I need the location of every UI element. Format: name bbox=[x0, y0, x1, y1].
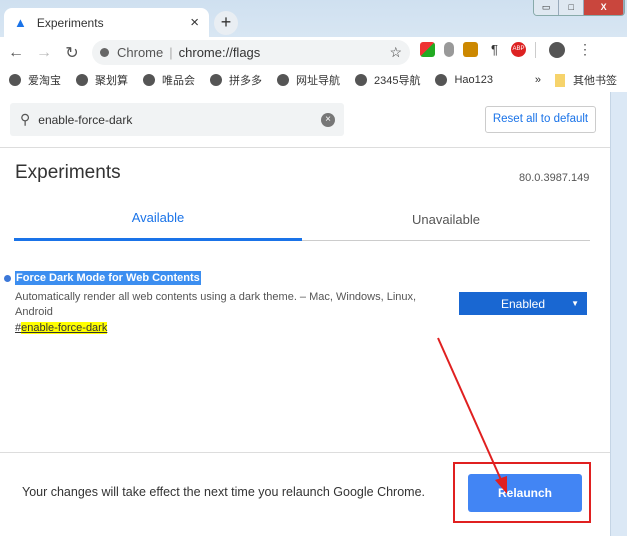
reload-icon[interactable]: ↻ bbox=[58, 43, 86, 63]
bookmark[interactable]: 拼多多 bbox=[210, 72, 262, 88]
globe-icon bbox=[355, 74, 367, 86]
relaunch-message: Your changes will take effect the next t… bbox=[22, 485, 426, 499]
flag-id: enable-force-dark bbox=[21, 322, 108, 334]
tab-title: Experiments bbox=[36, 15, 104, 30]
bookmark[interactable]: 网址导航 bbox=[277, 72, 340, 88]
bookmark-label: 2345导航 bbox=[374, 75, 421, 87]
adblock-icon[interactable]: ABP bbox=[511, 42, 526, 57]
back-icon[interactable]: ← bbox=[2, 44, 30, 62]
globe-icon bbox=[143, 74, 155, 86]
flask-icon: ▲ bbox=[14, 15, 27, 30]
globe-icon bbox=[435, 74, 448, 86]
flag-link[interactable]: #enable-force-dark bbox=[15, 322, 108, 334]
address-bar[interactable]: Chrome | chrome://flags ☆ bbox=[92, 40, 410, 65]
scrollbar[interactable] bbox=[610, 92, 627, 536]
star-icon[interactable]: ☆ bbox=[389, 44, 402, 61]
close-tab-button[interactable]: × bbox=[190, 14, 199, 31]
extension-color-icon[interactable] bbox=[420, 42, 435, 57]
tab-available[interactable]: Available bbox=[14, 210, 302, 225]
globe-icon bbox=[76, 74, 88, 86]
site-label: Chrome bbox=[117, 45, 164, 60]
reset-all-button[interactable]: Reset all to default bbox=[485, 106, 596, 133]
new-tab-button[interactable]: + bbox=[214, 11, 238, 35]
window-controls: ▭ □ X bbox=[533, 0, 625, 16]
site-info-icon[interactable] bbox=[100, 48, 109, 57]
modified-indicator bbox=[4, 275, 11, 282]
bookmark[interactable]: 聚划算 bbox=[76, 72, 128, 88]
close-window-button[interactable]: X bbox=[584, 0, 624, 15]
bookmarks-bar: 爱淘宝 聚划算 唯品会 拼多多 网址导航 2345导航 Hao123 » 其他书… bbox=[0, 68, 627, 92]
flag-name: Force Dark Mode for Web Contents bbox=[15, 271, 201, 285]
tab-experiments[interactable]: ▲ Experiments × bbox=[4, 8, 209, 37]
url-text: chrome://flags bbox=[178, 45, 261, 60]
active-tab-indicator bbox=[14, 238, 302, 241]
version-text: 80.0.3987.149 bbox=[519, 172, 590, 184]
bookmark-label: 拼多多 bbox=[229, 75, 262, 87]
bookmark-label: Hao123 bbox=[454, 74, 494, 86]
search-icon: ⚲ bbox=[20, 111, 31, 127]
bookmark[interactable]: 爱淘宝 bbox=[9, 72, 61, 88]
flag-state-select[interactable]: Enabled ▼ bbox=[459, 292, 587, 315]
bookmark-label: 其他书签 bbox=[573, 75, 617, 87]
bookmark[interactable]: 唯品会 bbox=[143, 72, 195, 88]
bookmark-label: 唯品会 bbox=[162, 75, 195, 87]
forward-icon[interactable]: → bbox=[30, 44, 58, 62]
bookmark[interactable]: 2345导航 bbox=[355, 72, 420, 88]
annotation-box bbox=[453, 462, 591, 523]
tab-unavailable[interactable]: Unavailable bbox=[302, 212, 590, 227]
globe-icon bbox=[210, 74, 222, 86]
divider bbox=[535, 41, 536, 58]
globe-icon bbox=[277, 74, 289, 86]
folder-icon bbox=[555, 73, 565, 87]
profile-icon[interactable] bbox=[549, 41, 565, 58]
divider: | bbox=[169, 45, 173, 60]
divider bbox=[302, 240, 590, 241]
extension-pilcrow-icon[interactable]: ¶ bbox=[487, 42, 502, 57]
extension-tiger-icon[interactable] bbox=[463, 42, 478, 57]
extension-bulb-icon[interactable] bbox=[444, 42, 454, 57]
menu-icon[interactable]: ⋮ bbox=[578, 41, 592, 58]
bookmark-label: 聚划算 bbox=[95, 75, 128, 87]
minimize-button[interactable]: ▭ bbox=[534, 0, 560, 15]
page-title: Experiments bbox=[15, 162, 121, 183]
globe-icon bbox=[9, 74, 21, 86]
other-bookmarks[interactable]: 其他书签 bbox=[555, 72, 617, 88]
more-bookmarks-button[interactable]: » bbox=[535, 74, 541, 86]
bookmark-label: 爱淘宝 bbox=[28, 75, 61, 87]
search-value: enable-force-dark bbox=[38, 112, 133, 127]
extensions: ¶ ABP ⋮ bbox=[420, 41, 592, 58]
clear-search-button[interactable]: × bbox=[321, 113, 335, 127]
search-input[interactable]: ⚲ enable-force-dark bbox=[10, 103, 344, 136]
maximize-button[interactable]: □ bbox=[559, 0, 585, 15]
bookmark[interactable]: Hao123 bbox=[435, 74, 493, 86]
select-value: Enabled bbox=[500, 296, 546, 311]
bookmark-label: 网址导航 bbox=[296, 75, 340, 87]
caret-down-icon: ▼ bbox=[571, 299, 579, 308]
flag-description: Automatically render all web contents us… bbox=[15, 291, 417, 318]
